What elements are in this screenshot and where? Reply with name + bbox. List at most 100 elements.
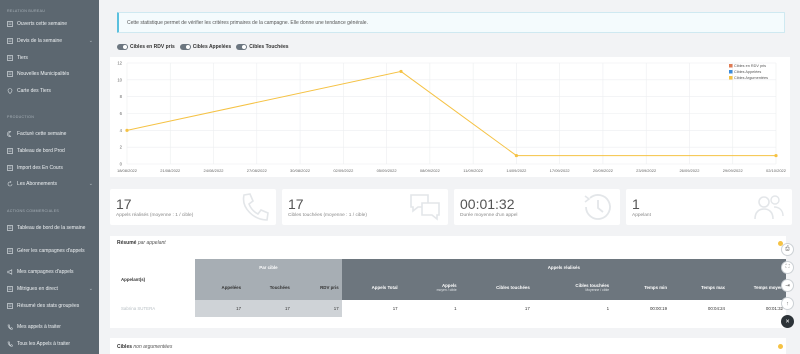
- stat-label: Durée moyenne d'un appel: [460, 213, 518, 218]
- data-point: [514, 153, 518, 158]
- y-tick-label: 0: [120, 162, 123, 167]
- col-touchees: Touchées: [244, 275, 293, 300]
- phone-icon: [242, 193, 269, 221]
- sidebar-item-tdb-prod[interactable]: Tableau de bord Prod: [7, 148, 93, 154]
- x-tick-label: 21/08/2022: [160, 168, 181, 173]
- sidebar-item-tdb-semaine[interactable]: Tableau de bord de la semaine: [7, 225, 93, 231]
- sidebar-item-label: Devis de la semaine: [17, 38, 63, 44]
- col-rdv-pris: RDV pris: [292, 275, 342, 300]
- resume-table: Appelant(s) Par cible Appels réalisés Ap…: [118, 259, 786, 317]
- list-icon: [7, 21, 13, 27]
- sidebar-item-municipalites[interactable]: Nouvelles Municipalités: [7, 71, 93, 77]
- data-point: [399, 69, 403, 74]
- sidebar-item-resume-stats[interactable]: Résumé des stats groupées: [7, 303, 93, 309]
- x-tick-label: 11/09/2022: [463, 168, 483, 173]
- x-tick-label: 24/08/2022: [204, 168, 225, 173]
- cell: 17: [195, 300, 245, 317]
- sidebar-item-ouverts[interactable]: Ouverts cette semaine: [7, 21, 93, 27]
- x-tick-label: 02/10/2022: [766, 168, 787, 173]
- sidebar-item-label: Mes appels à traiter: [17, 324, 61, 330]
- sidebar-item-label: Ouverts cette semaine: [17, 21, 68, 27]
- x-tick-label: 18/08/2022: [117, 168, 138, 173]
- print-icon[interactable]: ⎙: [781, 243, 794, 256]
- list-icon: [7, 55, 13, 61]
- toggle-switch[interactable]: [117, 44, 128, 50]
- sidebar-item-mitrigues[interactable]: Mitrigues en direct ⌄: [7, 286, 93, 292]
- fullscreen-icon[interactable]: ⛶: [781, 261, 794, 274]
- list-icon: [7, 225, 13, 231]
- stat-value: 17: [288, 196, 304, 212]
- sidebar-item-devis[interactable]: Devis de la semaine ⌄: [7, 38, 93, 44]
- sidebar-item-tous-appels[interactable]: Tous les Appels à traiter: [7, 341, 93, 347]
- phone-icon: [7, 324, 13, 330]
- stat-appels-realises: 17 Appels réalisés (moyenne : 1 / cible): [110, 189, 276, 225]
- x-tick-label: 29/09/2022: [723, 168, 744, 173]
- resume-title: Résumé par appelant: [117, 240, 166, 246]
- stat-appelant: 1 Appelant: [626, 189, 792, 225]
- sidebar-item-carte-tiers[interactable]: Carte des Tiers: [7, 88, 93, 94]
- col-temps-min: Temps min: [612, 275, 671, 300]
- chevron-down-icon: ⌄: [88, 286, 93, 292]
- close-icon[interactable]: ✕: [781, 315, 794, 328]
- cell-agent[interactable]: Sabrina SUTERA: [118, 300, 195, 317]
- data-point: [125, 128, 129, 132]
- y-tick-label: 4: [120, 128, 123, 133]
- legend-swatch: [729, 64, 733, 68]
- stat-value: 1: [632, 196, 640, 212]
- col-cibles-touchees: Cibles touchées: [459, 275, 533, 300]
- x-tick-label: 02/09/2022: [333, 168, 354, 173]
- list-icon: [7, 38, 13, 44]
- stat-value: 00:01:32: [460, 196, 515, 212]
- resume-title-italic: par appelant: [137, 240, 166, 246]
- series-toggles: Cibles en RDV pris Cibles Appelées Cible…: [117, 44, 289, 50]
- stat-cibles-touchees: 17 Cibles touchées (moyenne : 1 / cible): [282, 189, 448, 225]
- sidebar-item-mes-campagnes[interactable]: Mes campagnes d'appels: [7, 269, 93, 275]
- list-icon: [7, 248, 13, 254]
- toggle-rdv-pris[interactable]: Cibles en RDV pris: [117, 44, 175, 50]
- users-icon: [754, 195, 784, 220]
- cell: 1: [400, 300, 460, 317]
- data-point: [774, 153, 778, 158]
- group-par-cible: Par cible: [195, 259, 342, 275]
- arrow-up-icon[interactable]: ↑: [781, 297, 794, 310]
- sidebar-item-tiers[interactable]: Tiers: [7, 55, 93, 61]
- sidebar-item-mes-appels[interactable]: Mes appels à traiter: [7, 324, 93, 330]
- resume-title-bold: Résumé: [117, 240, 137, 246]
- cibles-non-argumentees-card: Cibles non argumentées: [110, 338, 786, 354]
- refresh-icon: [7, 181, 13, 187]
- x-tick-label: 17/09/2022: [550, 168, 571, 173]
- legend-swatch: [729, 76, 733, 80]
- sidebar-item-label: Mitrigues en direct: [17, 286, 58, 292]
- x-tick-label: 30/08/2022: [290, 168, 311, 173]
- col-appels-moyen: Appels moyen / cible: [400, 275, 460, 300]
- legend-swatch: [729, 70, 733, 74]
- legend-label: Cibles Argumentées: [734, 76, 768, 80]
- list-icon: [7, 165, 13, 171]
- list-icon: [7, 286, 13, 292]
- map-icon: [7, 88, 13, 94]
- toggle-touchees[interactable]: Cibles Touchées: [236, 44, 289, 50]
- sidebar-item-import-en-cours[interactable]: Import des En Cours: [7, 165, 93, 171]
- logout-icon[interactable]: ⇥: [781, 279, 794, 292]
- list-icon: [7, 71, 13, 77]
- sidebar-item-gerer-campagnes[interactable]: Gérer les campagnes d'appels: [7, 248, 93, 254]
- sidebar-item-label: Les Abonnements: [17, 181, 58, 187]
- line-chart: 0 2 4 6 8 10 12 18/08/2022 21/08/2022 24/08/2022 2…: [110, 57, 790, 177]
- cell: 00:00:19: [612, 300, 671, 317]
- toggle-appelees[interactable]: Cibles Appelées: [179, 44, 231, 50]
- stat-label: Appels réalisés (moyenne : 1 / cible): [116, 213, 194, 218]
- sidebar-item-facture[interactable]: Facturé cette semaine: [7, 131, 93, 137]
- col-agent: Appelant(s): [118, 259, 196, 300]
- stat-value: 17: [116, 196, 132, 212]
- sidebar-item-abonnements[interactable]: Les Abonnements ⌄: [7, 181, 93, 187]
- col-appelees: Appelées: [195, 275, 245, 300]
- cell: 1: [532, 300, 613, 317]
- y-tick-label: 10: [117, 77, 122, 82]
- toggle-switch[interactable]: [236, 44, 248, 50]
- stat-duree-moyenne: 00:01:32 Durée moyenne d'un appel: [454, 189, 620, 225]
- sidebar-item-label: Tous les Appels à traiter: [17, 341, 71, 347]
- toggle-switch[interactable]: [179, 44, 191, 50]
- sidebar-section-title: Actions commerciales: [7, 209, 60, 213]
- status-dot: [778, 344, 783, 349]
- list-icon: [7, 303, 13, 309]
